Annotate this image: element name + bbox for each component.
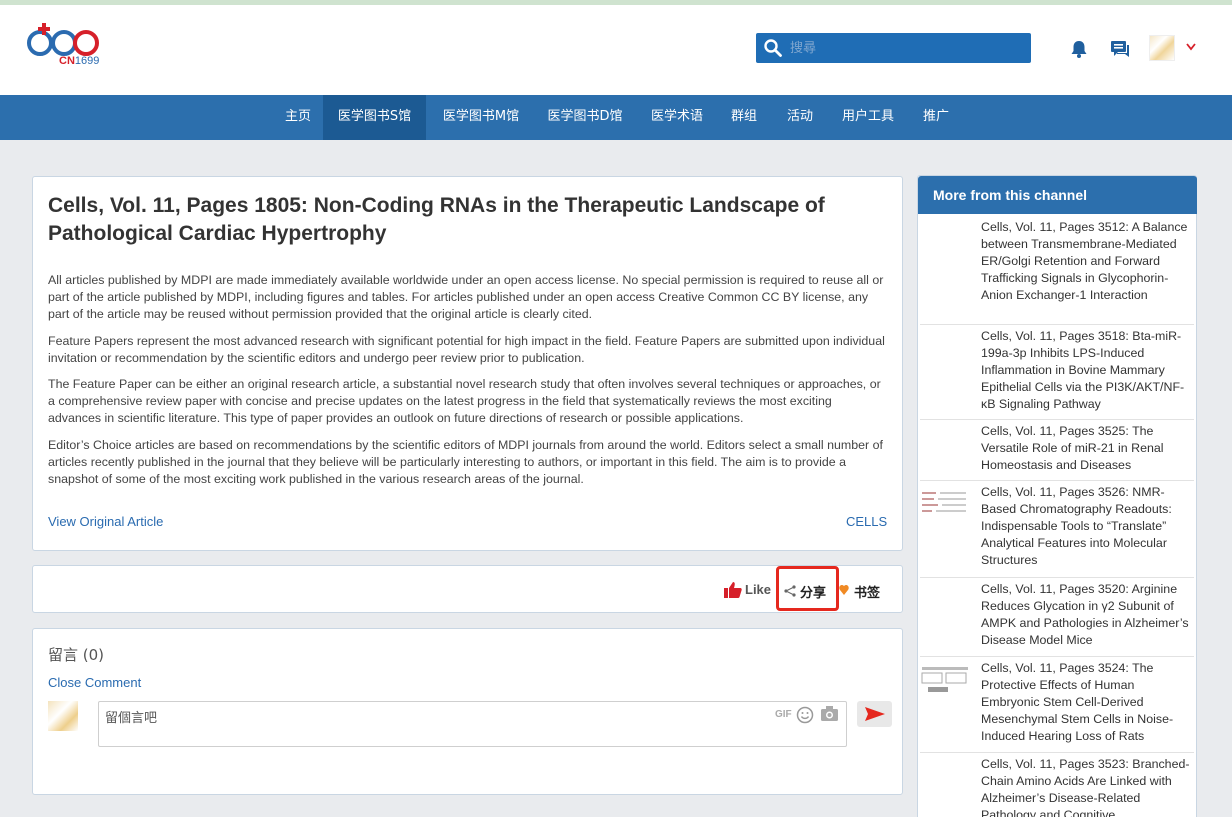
sidebar-item-title: Cells, Vol. 11, Pages 3526: NMR-Based Ch… [981, 485, 1172, 567]
nav-item-events[interactable]: 活动 [778, 95, 822, 140]
nav-item-groups[interactable]: 群组 [722, 95, 766, 140]
article-paragraph: All articles published by MDPI are made … [48, 273, 884, 321]
send-comment-button[interactable] [857, 701, 892, 727]
list-item[interactable]: Cells, Vol. 11, Pages 3518: Bta-miR-199a… [920, 325, 1194, 420]
nav-item-library-d[interactable]: 医学图书D馆 [539, 95, 631, 140]
comments-title: 留言 (0) [48, 646, 105, 664]
article-paragraph: The Feature Paper can be either an origi… [48, 377, 881, 425]
comments-card: 留言 (0) Close Comment 留個言吧 GIF [32, 628, 903, 795]
channel-link[interactable]: CELLS [846, 514, 887, 529]
comment-input[interactable]: 留個言吧 GIF [98, 701, 847, 747]
article-title: Cells, Vol. 11, Pages 1805: Non-Coding R… [48, 194, 825, 245]
article-card: Cells, Vol. 11, Pages 1805: Non-Coding R… [32, 176, 903, 551]
sidebar-item-title: Cells, Vol. 11, Pages 3524: The Protecti… [981, 661, 1174, 743]
heart-icon[interactable] [839, 584, 849, 596]
nav-item-promote[interactable]: 推广 [914, 95, 958, 140]
article-thumbnail [920, 665, 970, 695]
thumbs-up-icon[interactable] [724, 582, 742, 598]
sidebar-item-title: Cells, Vol. 11, Pages 3520: Arginine Red… [981, 582, 1189, 647]
sidebar-item-title: Cells, Vol. 11, Pages 3518: Bta-miR-199a… [981, 329, 1185, 411]
like-button[interactable]: Like [745, 582, 771, 597]
nav-item-terms[interactable]: 医学术语 [641, 95, 713, 140]
article-paragraph: Feature Papers represent the most advanc… [48, 334, 885, 365]
sidebar-item-title: Cells, Vol. 11, Pages 3523: Branched-Cha… [981, 757, 1190, 817]
comment-placeholder: 留個言吧 [105, 711, 158, 726]
search-input[interactable] [790, 37, 1022, 59]
channel-sidebar: More from this channel Cells, Vol. 11, P… [917, 175, 1197, 817]
sidebar-item-title: Cells, Vol. 11, Pages 3512: A Balance be… [981, 220, 1188, 302]
gif-button[interactable]: GIF [775, 709, 792, 720]
view-original-article-link[interactable]: View Original Article [48, 514, 163, 529]
messages-icon[interactable] [1110, 39, 1130, 59]
list-item[interactable]: Cells, Vol. 11, Pages 3525: The Versatil… [920, 420, 1194, 481]
camera-icon[interactable] [820, 705, 839, 722]
sidebar-title: More from this channel [918, 176, 1197, 214]
list-item[interactable]: Cells, Vol. 11, Pages 3523: Branched-Cha… [920, 753, 1194, 817]
nav-item-library-s[interactable]: 医学图书S馆 [323, 95, 426, 140]
avatar [48, 701, 78, 731]
search-icon[interactable] [764, 39, 782, 57]
close-comment-link[interactable]: Close Comment [48, 675, 141, 690]
nav-item-home[interactable]: 主页 [276, 95, 320, 140]
emoji-icon[interactable] [796, 706, 814, 724]
logo-icon [27, 23, 99, 56]
list-item[interactable]: Cells, Vol. 11, Pages 3520: Arginine Red… [920, 578, 1194, 657]
site-header: CN1699 [0, 5, 1232, 95]
article-paragraph: Editor’s Choice articles are based on re… [48, 438, 883, 486]
chevron-down-icon[interactable] [1186, 43, 1196, 51]
site-logo[interactable] [26, 23, 106, 75]
sidebar-item-title: Cells, Vol. 11, Pages 3525: The Versatil… [981, 424, 1164, 472]
user-avatar[interactable] [1149, 35, 1175, 61]
actions-card [32, 565, 903, 613]
list-item[interactable]: Cells, Vol. 11, Pages 3524: The Protecti… [920, 657, 1194, 753]
send-icon [865, 707, 885, 721]
nav-item-library-m[interactable]: 医学图书M馆 [433, 95, 529, 140]
share-highlight-box [776, 566, 839, 611]
list-item[interactable]: Cells, Vol. 11, Pages 3526: NMR-Based Ch… [920, 481, 1194, 578]
logo-wordmark: CN1699 [59, 55, 100, 67]
nav-item-user-tools[interactable]: 用户工具 [832, 95, 904, 140]
article-thumbnail [920, 489, 970, 519]
search-bar [756, 33, 1031, 63]
list-item[interactable]: Cells, Vol. 11, Pages 3512: A Balance be… [920, 216, 1194, 325]
bookmark-button[interactable]: 书签 [854, 582, 880, 601]
notification-bell-icon[interactable] [1069, 39, 1089, 59]
main-nav: 主页 医学图书S馆 医学图书M馆 医学图书D馆 医学术语 群组 活动 用户工具 … [0, 95, 1232, 140]
